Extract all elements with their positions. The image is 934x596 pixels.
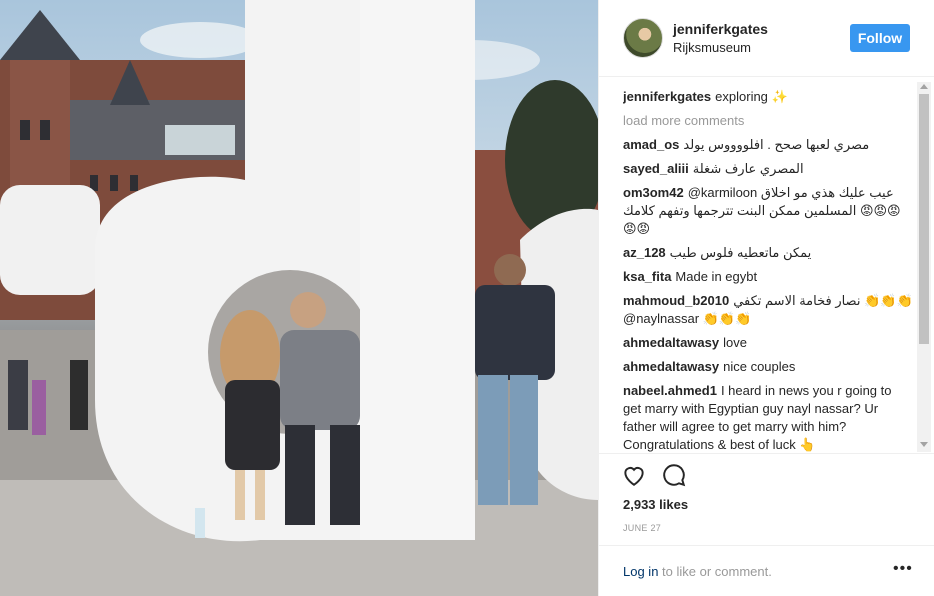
comment-item: amad_os مصري لعبها صحح . افلووووس يولد [623, 136, 913, 154]
likes-count[interactable]: 2,933 likes [623, 497, 688, 512]
scroll-down-arrow-icon[interactable] [920, 442, 928, 447]
comment-item: mahmoud_b2010 نصار فخامة الاسم تكفي 👏👏👏 @… [623, 292, 913, 328]
comment-items: amad_os مصري لعبها صحح . افلووووس يولد say… [623, 136, 913, 453]
comment-item: ahmedaltawasy love [623, 334, 913, 352]
heart-icon[interactable] [621, 462, 647, 493]
comment-text: مصري لعبها صحح . افلووووس يولد [683, 137, 870, 152]
comment-username[interactable]: az_128 [623, 245, 666, 260]
comment-text: المصري عارف شغلة [692, 161, 804, 176]
load-more-comments-link[interactable]: load more comments [623, 112, 913, 130]
caption-text: exploring ✨ [715, 89, 788, 104]
post-date[interactable]: JUNE 27 [623, 523, 661, 533]
avatar[interactable] [623, 18, 663, 58]
comment-username[interactable]: mahmoud_b2010 [623, 293, 729, 308]
post-details-panel: jenniferkgates Rijksmuseum Follow jennif… [598, 0, 934, 596]
comment-text: يمكن ماتعطيه فلوس طيب [669, 245, 812, 260]
post-footer: Log in to like or comment. ••• [599, 545, 934, 596]
comment-icon[interactable] [661, 462, 687, 493]
instagram-post: jenniferkgates Rijksmuseum Follow jennif… [0, 0, 934, 596]
comment-item: az_128 يمكن ماتعطيه فلوس طيب [623, 244, 913, 262]
scrollbar-thumb[interactable] [919, 94, 929, 344]
comment-item: ahmedaltawasy nice couples [623, 358, 913, 376]
comment-item: om3om42 @karmiloon عيب عليك هذي مو اخلاق … [623, 184, 913, 238]
scroll-up-arrow-icon[interactable] [920, 84, 928, 89]
more-options-icon[interactable]: ••• [893, 560, 913, 578]
comment-username[interactable]: ahmedaltawasy [623, 335, 719, 350]
comment-username[interactable]: ahmedaltawasy [623, 359, 719, 374]
follow-button[interactable]: Follow [850, 24, 910, 52]
comments-list[interactable]: jenniferkgates exploring ✨ load more comm… [623, 88, 913, 453]
comment-text: Made in egybt [675, 269, 758, 284]
comments-scrollbar[interactable] [917, 82, 931, 452]
comment-text: nice couples [723, 359, 796, 374]
comment-item: ksa_fita Made in egybt [623, 268, 913, 286]
photo-illustration [0, 0, 598, 596]
caption: jenniferkgates exploring ✨ [623, 88, 913, 106]
post-photo[interactable] [0, 0, 598, 596]
comment-username[interactable]: amad_os [623, 137, 679, 152]
comment-item: nabeel.ahmed1 I heard in news you r going… [623, 382, 913, 453]
comment-username[interactable]: ksa_fita [623, 269, 671, 284]
login-link[interactable]: Log in [623, 564, 658, 579]
caption-username[interactable]: jenniferkgates [623, 89, 711, 104]
comment-username[interactable]: sayed_aliii [623, 161, 689, 176]
comment-username[interactable]: om3om42 [623, 185, 684, 200]
comment-item: sayed_aliii المصري عارف شغلة [623, 160, 913, 178]
header-location[interactable]: Rijksmuseum [673, 40, 751, 55]
comment-text: love [723, 335, 747, 350]
comment-username[interactable]: nabeel.ahmed1 [623, 383, 717, 398]
post-header: jenniferkgates Rijksmuseum Follow [599, 0, 934, 77]
actions-divider [599, 453, 934, 454]
header-username[interactable]: jenniferkgates [673, 21, 768, 37]
login-prompt: Log in to like or comment. [623, 564, 772, 579]
login-prompt-text: to like or comment. [658, 564, 772, 579]
